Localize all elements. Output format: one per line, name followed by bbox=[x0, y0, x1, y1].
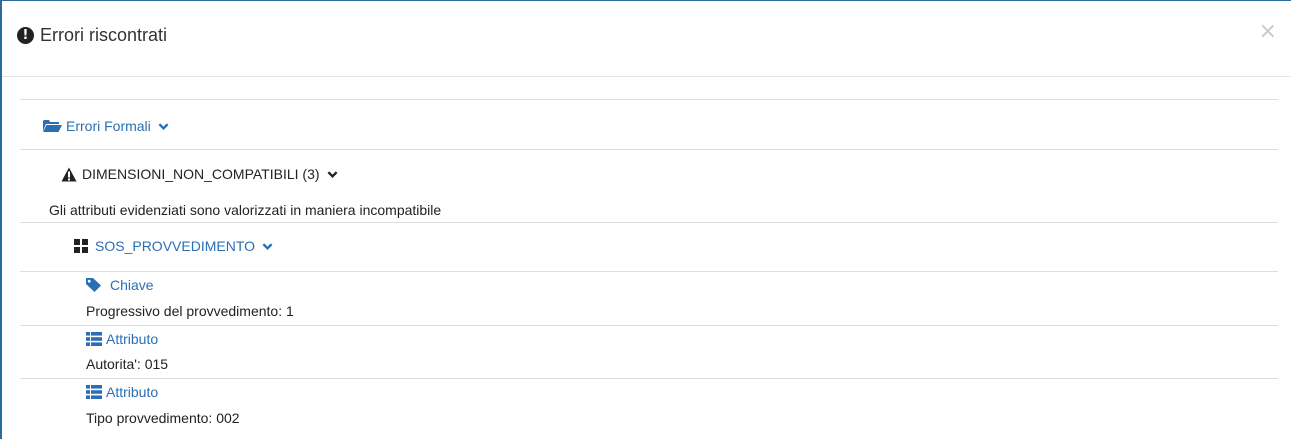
entity-label: SOS_PROVVEDIMENTO bbox=[95, 238, 256, 254]
item-value: Tipo provvedimento: 002 bbox=[86, 410, 240, 426]
grid-icon bbox=[74, 239, 88, 253]
item-type: Attributo bbox=[106, 384, 159, 400]
errors-modal: ! Errori riscontrati × Errori Formali DI… bbox=[0, 0, 1291, 439]
tag-icon bbox=[86, 278, 101, 292]
item-value: Autorita': 015 bbox=[86, 356, 169, 372]
divider bbox=[20, 325, 1278, 326]
item-chiave[interactable]: Chiave bbox=[86, 277, 154, 293]
category-label: Errori Formali bbox=[66, 118, 151, 134]
error-description: Gli attributi evidenziati sono valorizza… bbox=[49, 202, 442, 218]
close-button[interactable]: × bbox=[1259, 21, 1277, 43]
entity-sos-provvedimento[interactable]: SOS_PROVVEDIMENTO bbox=[74, 238, 273, 254]
error-dimensioni-non-compatibili[interactable]: DIMENSIONI_NON_COMPATIBILI (3) bbox=[61, 166, 338, 182]
divider bbox=[20, 222, 1278, 223]
warning-icon bbox=[61, 167, 77, 181]
item-type: Attributo bbox=[106, 331, 159, 347]
modal-header: ! Errori riscontrati × bbox=[2, 1, 1291, 77]
item-attributo[interactable]: Attributo bbox=[86, 384, 158, 400]
error-code: DIMENSIONI_NON_COMPATIBILI (3) bbox=[82, 166, 320, 182]
divider bbox=[20, 99, 1278, 100]
chevron-down-icon[interactable] bbox=[158, 121, 169, 132]
divider bbox=[20, 149, 1278, 150]
category-errori-formali[interactable]: Errori Formali bbox=[43, 118, 169, 134]
exclamation-circle-icon: ! bbox=[17, 27, 34, 44]
divider bbox=[20, 378, 1278, 379]
chevron-down-icon[interactable] bbox=[262, 241, 273, 252]
item-value: Progressivo del provvedimento: 1 bbox=[86, 303, 294, 319]
item-attributo[interactable]: Attributo bbox=[86, 331, 158, 347]
item-type: Chiave bbox=[110, 277, 154, 293]
list-icon bbox=[86, 332, 102, 346]
divider bbox=[20, 271, 1278, 272]
modal-title-text: Errori riscontrati bbox=[40, 25, 168, 45]
folder-open-icon bbox=[43, 120, 62, 132]
list-icon bbox=[86, 385, 102, 399]
chevron-down-icon[interactable] bbox=[327, 169, 338, 180]
modal-title: ! Errori riscontrati bbox=[17, 25, 167, 46]
